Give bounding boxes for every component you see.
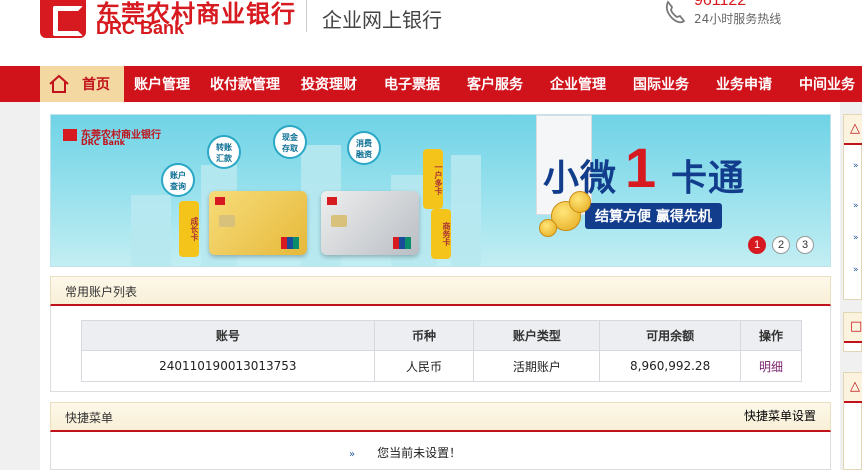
column-header-balance: 可用余额 <box>599 320 742 351</box>
double-chevron-right-icon[interactable]: » <box>853 161 859 171</box>
quick-menu-title: 快捷菜单 <box>65 411 114 425</box>
banner-page-3[interactable]: 3 <box>796 236 814 254</box>
side-panel-middle-header: □ <box>844 313 862 343</box>
quick-menu-body: » 您当前未设置！ <box>50 432 831 470</box>
bank-name-en: DRC Bank <box>96 18 185 38</box>
nav-item-intermediary[interactable]: 中间业务 <box>799 74 855 94</box>
card-logo-icon <box>327 197 337 205</box>
city-building-icon <box>131 195 171 266</box>
vtag-business-card: 商务卡 <box>431 209 451 259</box>
page-header: 东莞农村商业银行 DRC Bank 企业网上银行 961122 24小时服务热线 <box>0 0 862 66</box>
nav-item-international[interactable]: 国际业务 <box>633 74 689 94</box>
side-panel-bottom-header: △ <box>844 373 862 403</box>
main-content: 东莞农村商业银行 DRC Bank 账户 查询 转账 汇款 现金 存取 消费 融… <box>40 102 840 470</box>
vtag-growth-card: 成长卡 <box>179 201 199 257</box>
nav-item-investment[interactable]: 投资理财 <box>301 74 357 94</box>
card-chip-icon <box>331 215 347 227</box>
side-panel-top: △ » » » » <box>843 114 862 300</box>
hotline-label: 24小时服务热线 <box>694 12 782 26</box>
nav-item-payment-management[interactable]: 收付款管理 <box>210 74 280 94</box>
account-type: 活期账户 <box>473 350 601 382</box>
table-header-row: 账号 币种 账户类型 可用余额 操作 <box>81 320 802 351</box>
phone-icon <box>665 0 686 24</box>
slogan-one: 1 <box>625 136 657 199</box>
quick-menu-header: 快捷菜单 快捷菜单设置 <box>50 402 831 432</box>
column-header-account: 账号 <box>81 320 375 351</box>
banner-page-1[interactable]: 1 <box>748 236 766 254</box>
nav-item-business-application[interactable]: 业务申请 <box>716 74 772 94</box>
hotline-number: 961122 <box>694 0 747 9</box>
gold-card-image <box>209 191 307 255</box>
account-balance: 8,960,992.28 <box>599 350 742 382</box>
nav-item-home[interactable]: 首页 <box>40 66 124 102</box>
bank-logo-icon <box>40 0 86 38</box>
bubble-account-query: 账户 查询 <box>161 163 195 197</box>
coin-icon <box>539 219 557 237</box>
promo-banner[interactable]: 东莞农村商业银行 DRC Bank 账户 查询 转账 汇款 现金 存取 消费 融… <box>50 114 831 267</box>
unionpay-icon <box>281 237 299 249</box>
side-panel-middle: □ <box>843 312 862 352</box>
portal-title: 企业网上银行 <box>322 8 442 32</box>
double-chevron-right-icon[interactable]: » <box>853 201 859 211</box>
double-chevron-right-icon[interactable]: » <box>853 233 859 243</box>
double-chevron-right-icon[interactable]: » <box>853 265 859 275</box>
quick-menu-empty-message: » 您当前未设置！ <box>349 444 462 461</box>
accounts-table: 账号 币种 账户类型 可用余额 操作 240110190013013753 人民… <box>81 320 802 382</box>
unionpay-icon <box>393 237 411 249</box>
column-header-type: 账户类型 <box>473 320 601 351</box>
home-icon <box>49 74 69 93</box>
account-currency: 人民币 <box>373 350 475 382</box>
city-building-icon <box>451 155 481 266</box>
slogan-sub: 结算方便 赢得先机 <box>585 203 722 229</box>
coin-icon <box>569 191 591 213</box>
side-panel-icon: △ <box>850 121 860 136</box>
nav-item-account-management[interactable]: 账户管理 <box>134 74 190 94</box>
banner-logo-en: DRC Bank <box>81 138 125 147</box>
nav-home-label: 首页 <box>82 77 110 93</box>
header-divider <box>306 0 307 32</box>
bubble-transfer: 转账 汇款 <box>207 135 241 169</box>
banner-logo-icon <box>63 129 77 141</box>
column-header-action: 操作 <box>740 320 802 351</box>
accounts-panel-title: 常用账户列表 <box>65 285 138 299</box>
nav-item-e-bills[interactable]: 电子票据 <box>384 74 440 94</box>
slogan-tail-text: 卡通 <box>671 158 746 199</box>
vtag-multi-card: 一户多卡 <box>423 149 443 209</box>
bubble-finance: 消费 融资 <box>347 131 381 165</box>
card-logo-icon <box>215 197 225 205</box>
account-number: 240110190013013753 <box>81 350 375 382</box>
accounts-panel-header: 常用账户列表 <box>50 276 831 306</box>
nav-item-enterprise-management[interactable]: 企业管理 <box>550 74 606 94</box>
table-row: 240110190013013753 人民币 活期账户 8,960,992.28… <box>81 350 802 382</box>
main-nav: 首页 账户管理 收付款管理 投资理财 电子票据 客户服务 企业管理 国际业务 业… <box>0 66 862 102</box>
double-chevron-right-icon: » <box>349 449 356 460</box>
silver-card-image <box>321 191 419 255</box>
nav-item-customer-service[interactable]: 客户服务 <box>467 74 523 94</box>
card-chip-icon <box>219 215 235 227</box>
side-panel-top-header: △ <box>844 115 862 145</box>
detail-link[interactable]: 明细 <box>759 360 783 374</box>
side-panel-bottom: △ <box>843 372 862 470</box>
quick-menu-settings-link[interactable]: 快捷菜单设置 <box>744 407 816 424</box>
column-header-currency: 币种 <box>373 320 475 351</box>
bubble-cash: 现金 存取 <box>273 125 307 159</box>
side-panel-icon: △ <box>850 379 860 394</box>
account-action-cell: 明细 <box>740 350 802 382</box>
side-panel-icon: □ <box>850 319 862 334</box>
banner-page-2[interactable]: 2 <box>772 236 790 254</box>
quick-menu-empty-text: 您当前未设置！ <box>377 446 462 460</box>
accounts-panel-body: 账号 币种 账户类型 可用余额 操作 240110190013013753 人民… <box>50 306 831 392</box>
